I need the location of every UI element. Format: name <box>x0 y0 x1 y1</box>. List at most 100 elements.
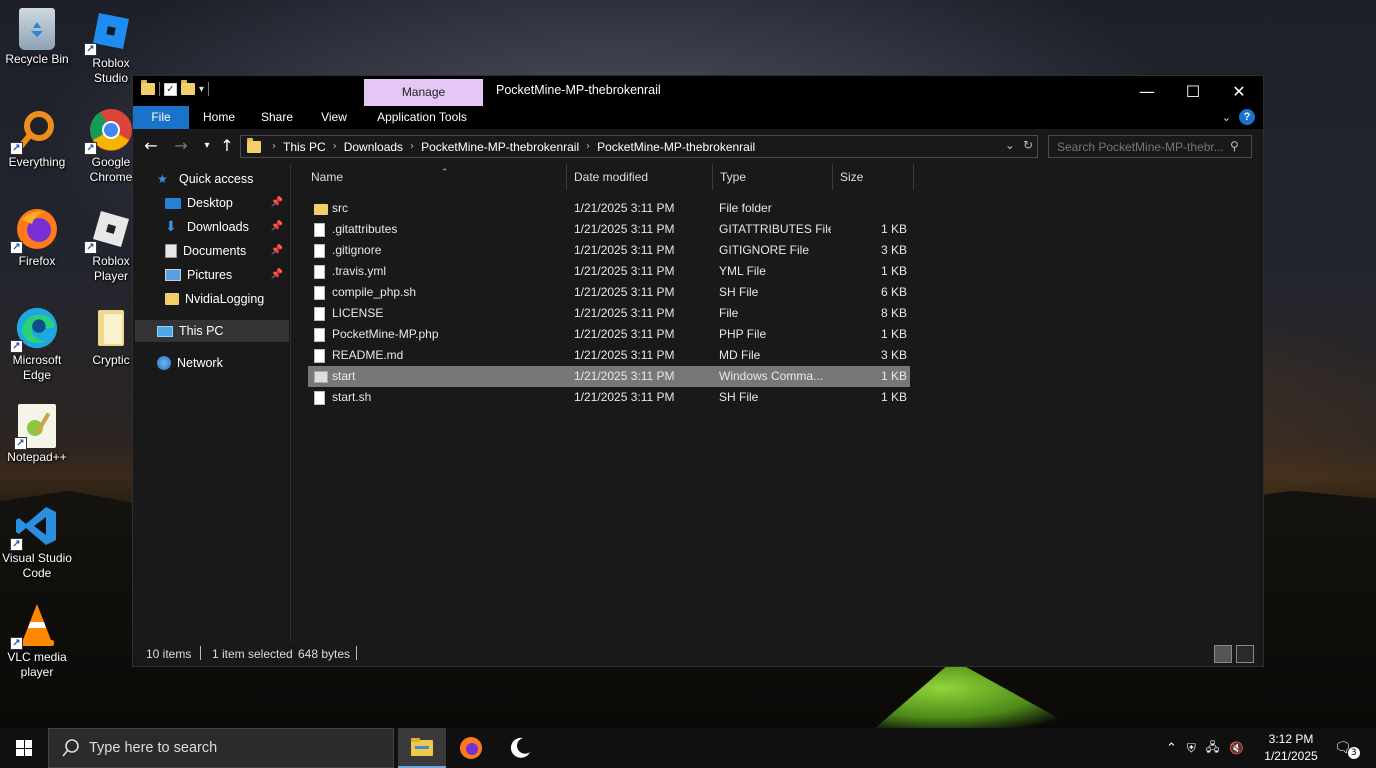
forward-arrow-icon[interactable]: → <box>171 135 191 157</box>
recent-locations-chevron-icon[interactable]: ▾ <box>197 135 217 157</box>
file-row[interactable]: .gitignore 1/21/2025 3:11 PM GITIGNORE Fil… <box>308 240 910 261</box>
tab-file[interactable]: File <box>133 106 189 129</box>
up-arrow-icon[interactable]: ↑ <box>217 135 237 157</box>
file-row[interactable]: src 1/21/2025 3:11 PM File folder <box>308 198 910 219</box>
column-header-name[interactable]: Name ⌃ <box>303 164 567 190</box>
nav-label: NvidiaLogging <box>185 292 265 306</box>
nav-nvidialogging[interactable]: NvidiaLogging <box>165 288 289 310</box>
clock[interactable]: 3:12 PM 1/21/2025 <box>1256 731 1326 765</box>
desktop-icon-label: Microsoft Edge <box>12 353 62 382</box>
new-folder-icon[interactable] <box>181 80 195 95</box>
breadcrumb-this-pc[interactable]: This PC <box>283 140 326 154</box>
tab-home[interactable]: Home <box>193 106 245 129</box>
nav-label: This PC <box>179 324 224 338</box>
show-hidden-icons-chevron-icon[interactable]: ⌃ <box>1166 741 1177 756</box>
breadcrumb-chevron-icon[interactable]: › <box>586 141 590 152</box>
file-row[interactable]: start 1/21/2025 3:11 PM Windows Comma... 1 … <box>308 366 910 387</box>
file-size: 1 KB <box>880 369 907 383</box>
desktop-icon-recycle-bin[interactable]: Recycle Bin <box>0 8 74 67</box>
taskbar-firefox[interactable] <box>447 728 495 768</box>
notification-center[interactable]: 🗨 3 <box>1334 728 1360 768</box>
maximize-button[interactable]: ☐ <box>1170 76 1216 106</box>
file-icon <box>314 286 325 300</box>
tab-share[interactable]: Share <box>251 106 303 129</box>
address-bar[interactable]: › This PC › Downloads › PocketMine-MP-th… <box>240 135 1038 158</box>
help-icon[interactable]: ? <box>1239 109 1255 125</box>
roblox-player-icon: ↗ <box>84 206 134 254</box>
nav-label: Desktop <box>187 196 233 210</box>
taskbar-search-box[interactable]: Type here to search <box>48 728 394 768</box>
breadcrumb-folder[interactable]: PocketMine-MP-thebrokenrail <box>421 140 579 154</box>
nav-quick-access[interactable]: ★ Quick access <box>157 168 287 190</box>
file-row[interactable]: PocketMine-MP.php 1/21/2025 3:11 PM PHP Fi… <box>308 324 910 345</box>
desktop-icon-everything[interactable]: ↗ Everything <box>0 107 74 170</box>
file-row[interactable]: .travis.yml 1/21/2025 3:11 PM YML File 1 KB <box>308 261 910 282</box>
file-row[interactable]: README.md 1/21/2025 3:11 PM MD File 3 KB <box>308 345 910 366</box>
desktop-icon-microsoft-edge[interactable]: ↗ Microsoft Edge <box>0 305 74 383</box>
tab-view[interactable]: View <box>309 106 359 129</box>
firefox-icon <box>460 737 482 759</box>
file-icon <box>314 328 325 342</box>
breadcrumb-chevron-icon[interactable]: › <box>272 141 276 152</box>
file-explorer-window[interactable]: ✓ ▾ Manage PocketMine-MP-thebrokenrail —… <box>132 75 1264 667</box>
file-row[interactable]: start.sh 1/21/2025 3:11 PM SH File 1 KB <box>308 387 910 408</box>
tab-manage[interactable]: Manage <box>364 79 483 106</box>
file-size: 1 KB <box>880 327 907 341</box>
file-size: 1 KB <box>880 222 907 236</box>
minimize-button[interactable]: — <box>1124 76 1170 106</box>
pin-icon[interactable]: 📌 <box>271 216 283 238</box>
column-header-size[interactable]: Size <box>832 164 914 190</box>
address-history-chevron-icon[interactable]: ⌄ <box>1005 138 1015 152</box>
clock-date: 1/21/2025 <box>1264 749 1318 763</box>
folder-icon <box>141 80 155 95</box>
title-bar[interactable]: ✓ ▾ Manage PocketMine-MP-thebrokenrail —… <box>133 76 1263 106</box>
column-header-date-modified[interactable]: Date modified <box>566 164 713 190</box>
search-input[interactable] <box>1048 135 1252 158</box>
close-button[interactable]: ✕ <box>1216 76 1262 106</box>
desktop-icon-label: VLC media player <box>7 650 67 679</box>
taskbar-file-explorer[interactable] <box>398 728 446 768</box>
vlc-cone-icon: ↗ <box>10 602 60 650</box>
desktop-icon-vlc[interactable]: ↗ VLC media player <box>0 602 74 680</box>
breadcrumb-downloads[interactable]: Downloads <box>344 140 403 154</box>
large-icons-view-button[interactable] <box>1236 645 1254 663</box>
nav-downloads[interactable]: ⬇ Downloads 📌 <box>165 216 289 238</box>
search-icon[interactable]: ⚲ <box>1230 139 1239 153</box>
desktop-icon-firefox[interactable]: ↗ Firefox <box>0 206 74 269</box>
volume-muted-icon[interactable]: 🔇 <box>1229 741 1244 755</box>
nav-network[interactable]: Network <box>157 352 287 374</box>
file-row[interactable]: LICENSE 1/21/2025 3:11 PM File 8 KB <box>308 303 910 324</box>
security-alert-icon[interactable]: ⛨ <box>1187 741 1196 756</box>
folder-icon <box>314 204 328 215</box>
taskbar-app-moon[interactable] <box>496 728 544 768</box>
file-name: .travis.yml <box>332 264 386 278</box>
customize-dropdown-icon[interactable]: ▾ <box>199 84 204 95</box>
desktop-icon-visual-studio-code[interactable]: ↗ Visual Studio Code <box>0 503 74 581</box>
address-row: ← → ▾ ↑ › This PC › Downloads › PocketMi… <box>133 131 1263 161</box>
network-icon[interactable]: 🖧 <box>1206 738 1219 759</box>
properties-icon[interactable]: ✓ <box>164 82 177 96</box>
file-row[interactable]: compile_php.sh 1/21/2025 3:11 PM SH File 6 … <box>308 282 910 303</box>
nav-documents[interactable]: Documents 📌 <box>165 240 289 262</box>
magnifier-icon: ↗ <box>10 107 60 155</box>
pin-icon[interactable]: 📌 <box>271 240 283 262</box>
breadcrumb-chevron-icon[interactable]: › <box>333 141 337 152</box>
file-row[interactable]: .gitattributes 1/21/2025 3:11 PM GITATTRIB… <box>308 219 910 240</box>
breadcrumb-chevron-icon[interactable]: › <box>410 141 414 152</box>
expand-ribbon-icon[interactable]: ⌄ <box>1222 111 1231 124</box>
file-date: 1/21/2025 3:11 PM <box>574 222 675 236</box>
tab-application-tools[interactable]: Application Tools <box>369 106 475 129</box>
back-arrow-icon[interactable]: ← <box>141 135 161 157</box>
start-button[interactable] <box>0 728 48 768</box>
nav-this-pc[interactable]: This PC <box>135 320 289 342</box>
desktop-icon-notepad-plus-plus[interactable]: ↗ Notepad++ <box>0 404 74 465</box>
breadcrumb-current-folder[interactable]: PocketMine-MP-thebrokenrail <box>597 140 755 154</box>
nav-desktop[interactable]: Desktop 📌 <box>165 192 289 214</box>
refresh-icon[interactable]: ↻ <box>1023 138 1033 152</box>
pin-icon[interactable]: 📌 <box>271 264 283 286</box>
details-view-button[interactable] <box>1214 645 1232 663</box>
column-header-type[interactable]: Type <box>712 164 833 190</box>
file-date: 1/21/2025 3:11 PM <box>574 369 675 383</box>
nav-pictures[interactable]: Pictures 📌 <box>165 264 289 286</box>
pin-icon[interactable]: 📌 <box>271 192 283 214</box>
